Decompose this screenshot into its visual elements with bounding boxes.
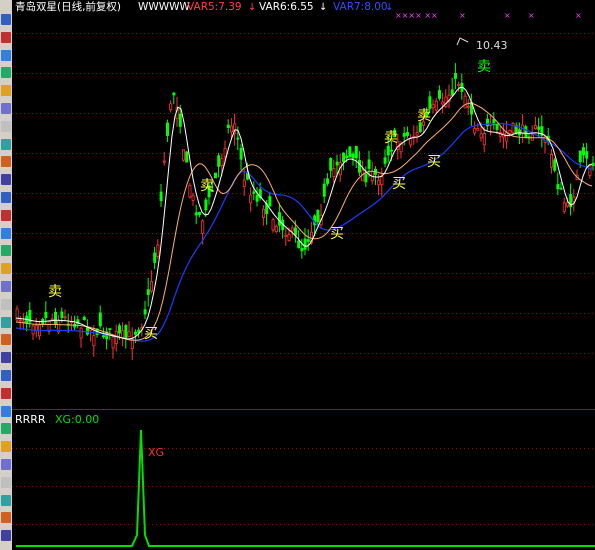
candle [181,149,185,162]
window-icon[interactable] [1,14,11,25]
marker-cross-icon: ×××× ×× [395,11,438,20]
stock-chart[interactable]: 10.43 卖 买 卖 买 卖 买 卖 买 卖 青岛双星(日线,前复权) WWW… [12,0,595,550]
news-icon[interactable] [1,138,11,150]
warning-icon[interactable] [1,156,11,168]
var6-arrow-icon: ↓ [319,2,327,13]
sell-label: 卖 [477,59,491,75]
candle [185,150,189,163]
sub-panel-title: RRRR [15,413,46,426]
stats-icon[interactable] [1,316,11,328]
xg-signal-label: XG [148,446,164,459]
image-icon[interactable] [1,387,11,399]
chart-header: 青岛双星(日线,前复权) WWWWW VAR5:7.39 ↓ VAR6:6.55… [15,0,393,13]
marker-cross-icon: × [504,11,511,20]
var5-arrow-icon: ↓ [248,2,256,13]
stock-title: 青岛双星(日线,前复权) [15,0,121,13]
cursor-icon[interactable] [1,441,11,453]
sell-label: 卖 [200,178,214,194]
buy-label: 买 [144,326,158,342]
xg-value: XG:0.00 [55,413,99,426]
list-icon[interactable] [1,103,11,114]
down-arrow-icon[interactable] [1,530,11,542]
pen-icon[interactable] [1,476,11,488]
report-icon[interactable] [1,120,11,132]
buy-label: 买 [427,154,441,170]
document-icon[interactable] [1,245,11,257]
marker-cross-icon: × [528,11,535,20]
buy-label: 买 [392,176,406,192]
candle [188,183,192,199]
price-high-label: 10.43 [476,39,508,52]
candle [213,172,217,179]
info-icon[interactable] [1,192,11,203]
finance-icon[interactable] [1,263,11,275]
var6-value: VAR6:6.55 [259,1,314,13]
zoom-icon[interactable] [1,281,11,292]
person-icon[interactable] [1,174,11,186]
candle [271,217,275,233]
print-icon[interactable] [1,298,11,310]
globe-icon[interactable] [1,209,11,221]
select-icon[interactable] [1,352,11,364]
layout-icon[interactable] [1,405,11,417]
candle [524,124,528,139]
var7-arrow-icon: ↓ [385,2,393,13]
sell-label: 卖 [417,108,431,124]
sell-label: 卖 [384,130,398,146]
marker-cross-icon: × [575,11,582,20]
move-icon[interactable] [1,494,11,506]
candle [348,146,352,158]
new-window-icon[interactable] [1,49,11,61]
grid-icon[interactable] [1,85,11,97]
sell-label: 卖 [48,284,62,300]
tools-icon[interactable] [1,423,11,435]
var7-value: VAR7:8.00 [333,1,388,13]
calendar-icon[interactable] [1,227,11,239]
up-arrow-icon[interactable] [1,512,11,524]
chart-icon[interactable] [1,67,11,79]
magnify-icon[interactable] [1,459,11,470]
table-icon[interactable] [1,334,11,346]
var5-value: VAR5:7.39 [187,1,242,13]
indicator-name: WWWWW [138,1,191,13]
buy-label: 买 [330,226,344,242]
candle [553,157,557,173]
marker-cross-icon: × [459,11,466,20]
export-icon[interactable] [1,370,11,381]
close-icon[interactable] [1,31,11,43]
